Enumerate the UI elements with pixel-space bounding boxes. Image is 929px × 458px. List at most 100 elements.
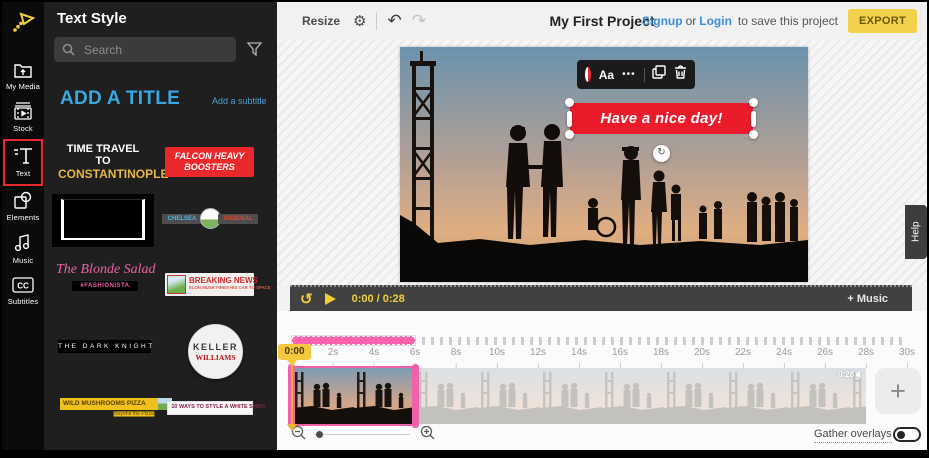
sidebar-item-my-media[interactable]: My Media [3,56,43,97]
ruler-tick: 12s [529,347,547,368]
template-text: ARSENAL [218,214,258,224]
template-falcon-heavy[interactable]: FALCON HEAVY BOOSTERS [165,147,254,177]
resize-handle-right[interactable] [751,110,756,127]
editor-main: Resize ⚙ ↶ ↷ My First Project Signup or … [277,2,927,450]
template-add-title[interactable]: ADD A TITLE [60,88,180,110]
account-area: Signup or Login to save this project EXP… [639,9,917,33]
kapwing-logo-icon[interactable] [10,9,36,40]
sidebar-item-subtitles[interactable]: CC Subtitles [3,271,43,312]
restart-icon[interactable]: ↺ [300,290,313,308]
template-scoreboard[interactable]: CHELSEA ARSENAL [162,208,258,230]
template-frame[interactable] [52,194,154,247]
help-tab[interactable]: Help [905,205,927,259]
ruler-tick: 16s [611,347,629,368]
sidebar-item-elements[interactable]: Elements [3,186,43,228]
search-input[interactable] [54,37,236,62]
settings-gear-icon[interactable]: ⚙ [353,12,366,30]
ruler-tick: 24s [775,347,793,368]
zoom-in-icon[interactable] [420,425,435,445]
zoom-slider[interactable] [314,427,410,443]
rotate-handle-icon[interactable]: ↻ [653,145,670,162]
gather-overlays-toggle[interactable] [893,427,921,442]
play-icon[interactable] [324,293,336,305]
search-icon [62,43,75,61]
playhead-label[interactable]: 0:00 [278,344,311,366]
panel-title: Text Style [57,10,127,27]
resize-handle-br[interactable] [749,130,758,139]
resize-handle-tr[interactable] [749,98,758,107]
delete-trash-icon[interactable] [674,65,687,84]
template-text: 10 WAYS TO STYLE A WHITE SHIRT [171,404,266,410]
trim-handle-right[interactable] [412,364,419,428]
ruler-tick: 28s [857,347,875,368]
editor-topbar: Resize ⚙ ↶ ↷ My First Project Signup or … [277,2,927,40]
stock-video-icon [13,102,33,121]
sidebar-item-text[interactable]: Text [3,139,43,186]
template-text: CHELSEA [162,214,202,224]
news-thumbnail [167,275,186,294]
playback-bar: ↺ 0:00 / 0:28 + Music [290,285,912,311]
timeline-zoom-controls [291,425,435,445]
duplicate-icon[interactable] [652,65,666,84]
template-text: CONSTANTINOPLE [58,167,169,181]
more-options-icon[interactable]: ••• [622,69,636,80]
resize-button[interactable]: Resize [302,14,340,28]
template-add-subtitle[interactable]: Add a subtitle [212,96,267,106]
toggle-knob [897,430,905,439]
music-note-icon [14,233,32,253]
login-link[interactable]: Login [699,14,732,28]
toolbar-divider [376,12,378,30]
template-dark-knight[interactable]: THE DARK KNIGHT [58,340,152,353]
text-color-icon[interactable] [585,67,591,82]
ruler-tick: 14s [570,347,588,368]
resize-handle-bl[interactable] [565,130,574,139]
ruler-tick: 2s [327,347,339,368]
template-text: FALCON HEAVY [174,150,245,161]
font-style-button[interactable]: Aa [599,68,614,82]
undo-icon[interactable]: ↶ [387,11,401,31]
sidebar-item-label: My Media [5,82,41,91]
overlay-duration-bar[interactable] [292,336,415,345]
sidebar-item-label: Elements [6,213,40,222]
template-blonde-salad[interactable]: The Blonde Salad #FASHIONISTA [56,262,156,291]
template-text: KELLER [193,341,238,352]
sidebar-item-music[interactable]: Music [3,228,43,271]
redo-icon[interactable]: ↷ [412,11,426,31]
template-breaking-news[interactable]: BREAKING NEWS ELON MUSK FIRES HIS CAR TO… [165,273,271,296]
template-text: Beyond the Pizza [113,411,155,417]
text-overlay[interactable]: Have a nice day! [565,98,758,139]
clip-filmstrip[interactable]: 0:28 [288,364,866,428]
svg-text:CC: CC [17,282,29,291]
sidebar-item-stock[interactable]: Stock [3,97,43,139]
resize-handle-tl[interactable] [565,98,574,107]
sidebar-item-label: Text [15,169,31,178]
text-edit-toolbar: Aa ••• [577,60,695,89]
frame-outline [61,199,145,240]
template-mushrooms-pizza[interactable]: WILD MUSHROOMS PIZZA Beyond the Pizza [60,398,172,417]
template-text: ELON MUSK FIRES HIS CAR TO SPACE [189,286,271,291]
signup-link[interactable]: Signup [642,14,683,28]
playhead-line[interactable] [291,362,293,424]
clip-duration-label: 0:28 [838,370,863,379]
gather-overlays-label[interactable]: Gather overlays [814,428,892,443]
ruler-tick: 30s [898,347,916,368]
add-media-button[interactable]: + [875,368,921,414]
filter-icon[interactable] [246,42,263,61]
ruler-tick: 10s [488,347,506,368]
preview-canvas[interactable]: Aa ••• Have a nice day! ↻ Help [277,40,927,285]
template-time-travel[interactable]: TIME TRAVEL TO CONSTANTINOPLE [58,143,169,181]
template-text: WILLIAMS [195,352,236,362]
export-button[interactable]: EXPORT [847,9,917,33]
ruler-tick: 26s [816,347,834,368]
template-keller-williams[interactable]: KELLER WILLIAMS [188,324,243,379]
template-white-shirt[interactable]: 10 WAYS TO STYLE A WHITE SHIRT [167,401,266,415]
cc-icon: CC [12,276,34,294]
resize-handle-left[interactable] [567,110,572,127]
or-text: or [685,14,697,28]
ruler-tick: 8s [450,347,462,368]
zoom-slider-track [314,434,410,435]
zoom-slider-thumb[interactable] [316,431,323,438]
app-window: My Media Stock Text Elements Music CC Su… [2,2,927,450]
add-music-button[interactable]: + Music [847,293,888,305]
text-tool-icon [12,146,34,166]
